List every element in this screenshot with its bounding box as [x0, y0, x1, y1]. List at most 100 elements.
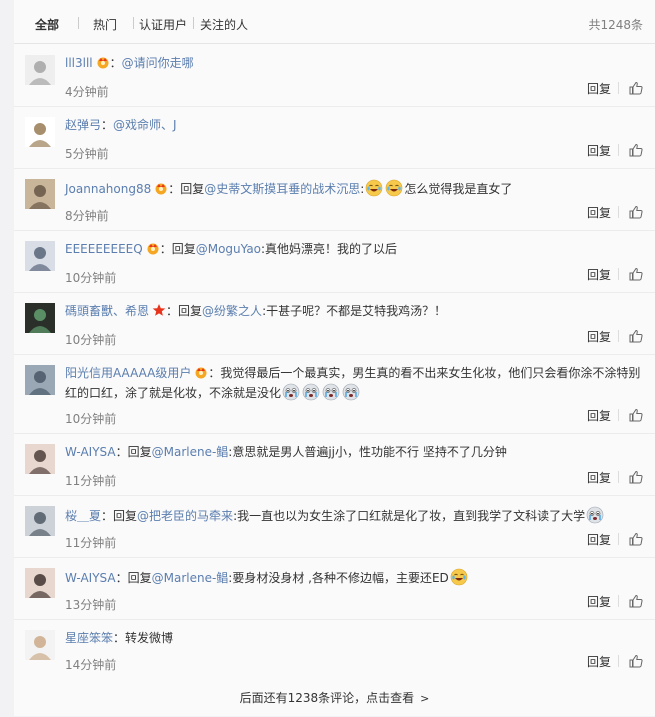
username-link[interactable]: Joannahong88 [65, 182, 151, 196]
username-link[interactable]: EEEEEEEEEQ [65, 242, 143, 256]
like-thumb-icon[interactable] [629, 143, 643, 157]
chevron-right-icon: > [420, 692, 430, 705]
mention-link[interactable]: @戏命师、J [113, 118, 177, 132]
avatar[interactable] [25, 365, 55, 395]
colon: ： [113, 631, 126, 645]
mention-link[interactable]: @Marlene-鲳 [152, 571, 229, 585]
like-thumb-icon[interactable] [629, 654, 643, 668]
tab-divider [133, 17, 134, 29]
load-more-comments[interactable]: 后面还有1238条评论，点击查看 > [14, 680, 655, 716]
laugh-emoji-icon [385, 179, 403, 197]
reply-button[interactable]: 回复 [587, 266, 611, 283]
cry-emoji-icon [586, 506, 604, 524]
like-thumb-icon[interactable] [629, 205, 643, 219]
tab-following[interactable]: 关注的人 [200, 16, 248, 33]
comment-time: 11分钟前 [65, 536, 117, 550]
comment-body: 回复 [127, 571, 152, 585]
mention-link[interactable]: @史蒂文斯摸耳垂的战术沉思 [204, 182, 360, 196]
like-thumb-icon[interactable] [629, 532, 643, 546]
reply-button[interactable]: 回复 [587, 407, 611, 424]
colon: ： [115, 445, 128, 459]
comment-item: 碼頭畜獸、希恩 ：回复@纷繁之人:干甚子呢？不都是艾特我鸡汤？！ 10分钟前 回复 [14, 293, 655, 355]
like-thumb-icon[interactable] [629, 470, 643, 484]
comment-body: 转发微博 [125, 631, 174, 645]
reply-button[interactable]: 回复 [587, 469, 611, 486]
reply-button[interactable]: 回复 [587, 593, 611, 610]
reply-button[interactable]: 回复 [587, 328, 611, 345]
comment-body: 回复 [113, 509, 138, 523]
colon: ： [168, 182, 181, 196]
username-link[interactable]: lll3lll [65, 56, 93, 70]
colon: ： [109, 56, 122, 70]
comment-text: 赵弹弓：@戏命师、J [65, 117, 643, 134]
cry-emoji-icon [302, 383, 320, 401]
avatar[interactable] [25, 506, 55, 536]
avatar[interactable] [25, 179, 55, 209]
username-link[interactable]: 阳光信用AAAAA级用户 [65, 366, 191, 380]
reply-button[interactable]: 回复 [587, 204, 611, 221]
comment-body: 回复 [178, 304, 203, 318]
tab-verified[interactable]: 认证用户 [139, 16, 187, 33]
comment-panel: 全部 热门 认证用户 关注的人 共1248条 lll3lll ：@请问你走哪 4分钟… [14, 0, 655, 716]
comment-item: 阳光信用AAAAA级用户 ：我觉得最后一个最真实，男生真的看不出来女生化妆，他们只… [14, 355, 655, 434]
mention-link[interactable]: @把老臣的马牵来 [137, 509, 233, 523]
mention-link[interactable]: @纷繁之人 [202, 304, 262, 318]
like-thumb-icon[interactable] [629, 594, 643, 608]
like-thumb-icon[interactable] [629, 81, 643, 95]
avatar[interactable] [25, 444, 55, 474]
comment-time: 10分钟前 [65, 271, 117, 285]
comment-item: 星座笨笨：转发微博 14分钟前 回复 [14, 620, 655, 680]
like-thumb-icon[interactable] [629, 267, 643, 281]
comment-item: 桜＿夏：回复@把老臣的马牵来:我一直也以为女生涂了口红就是化了妆，直到我学了文科… [14, 496, 655, 558]
like-thumb-icon[interactable] [629, 329, 643, 343]
reply-button[interactable]: 回复 [587, 531, 611, 548]
comment-time: 4分钟前 [65, 85, 109, 99]
tab-divider [78, 17, 79, 29]
username-link[interactable]: W-AIYSA [65, 445, 116, 459]
like-thumb-icon[interactable] [629, 408, 643, 422]
comment-time: 11分钟前 [65, 474, 117, 488]
action-divider [618, 533, 619, 545]
reply-button[interactable]: 回复 [587, 80, 611, 97]
avatar[interactable] [25, 630, 55, 660]
mention-link[interactable]: @请问你走哪 [122, 56, 194, 70]
action-divider [618, 82, 619, 94]
username-link[interactable]: 星座笨笨 [65, 631, 113, 645]
reply-button[interactable]: 回复 [587, 653, 611, 670]
avatar[interactable] [25, 568, 55, 598]
colon: ： [101, 509, 114, 523]
colon: ： [166, 304, 179, 318]
avatar[interactable] [25, 303, 55, 333]
username-link[interactable]: 赵弹弓 [65, 118, 101, 132]
action-divider [618, 144, 619, 156]
reply-button[interactable]: 回复 [587, 142, 611, 159]
comment-body: 怎么觉得我是直女了 [404, 182, 513, 196]
avatar[interactable] [25, 117, 55, 147]
tab-divider [193, 17, 194, 29]
comment-body: :我一直也以为女生涂了口红就是化了妆，直到我学了文科读了大学 [233, 509, 586, 523]
colon: ： [159, 242, 172, 256]
laugh-emoji-icon [365, 179, 383, 197]
cry-emoji-icon [322, 383, 340, 401]
tab-all[interactable]: 全部 [35, 16, 59, 33]
load-more-label: 后面还有1238条评论，点击查看 [239, 691, 415, 705]
comment-item: W-AIYSA：回复@Marlene-鲳:要身材没身材 ,各种不修边幅，主要还E… [14, 558, 655, 620]
comment-item: lll3lll ：@请问你走哪 4分钟前 回复 [14, 45, 655, 107]
cry-emoji-icon [342, 383, 360, 401]
comment-body: 回复 [180, 182, 205, 196]
username-link[interactable]: 碼頭畜獸、希恩 [65, 304, 149, 318]
comment-item: EEEEEEEEEQ ：回复@MoguYao:真他妈漂亮！我的了以后 10分钟前 回复 [14, 231, 655, 293]
star-icon [152, 303, 166, 317]
mention-link[interactable]: @MoguYao [196, 242, 261, 256]
comment-text: Joannahong88 ：回复@史蒂文斯摸耳垂的战术沉思: 怎么觉得我是直女了 [65, 179, 643, 198]
mention-link[interactable]: @Marlene-鲳 [152, 445, 229, 459]
username-link[interactable]: 桜＿夏 [65, 509, 101, 523]
avatar[interactable] [25, 241, 55, 271]
comment-text: W-AIYSA：回复@Marlene-鲳:意思就是男人普遍jj小，性功能不行 坚… [65, 444, 643, 461]
action-divider [618, 268, 619, 280]
avatar[interactable] [25, 55, 55, 85]
tab-hot[interactable]: 热门 [93, 16, 117, 33]
comment-body: 回复 [171, 242, 196, 256]
comment-body: :真他妈漂亮！我的了以后 [261, 242, 398, 256]
username-link[interactable]: W-AIYSA [65, 571, 116, 585]
